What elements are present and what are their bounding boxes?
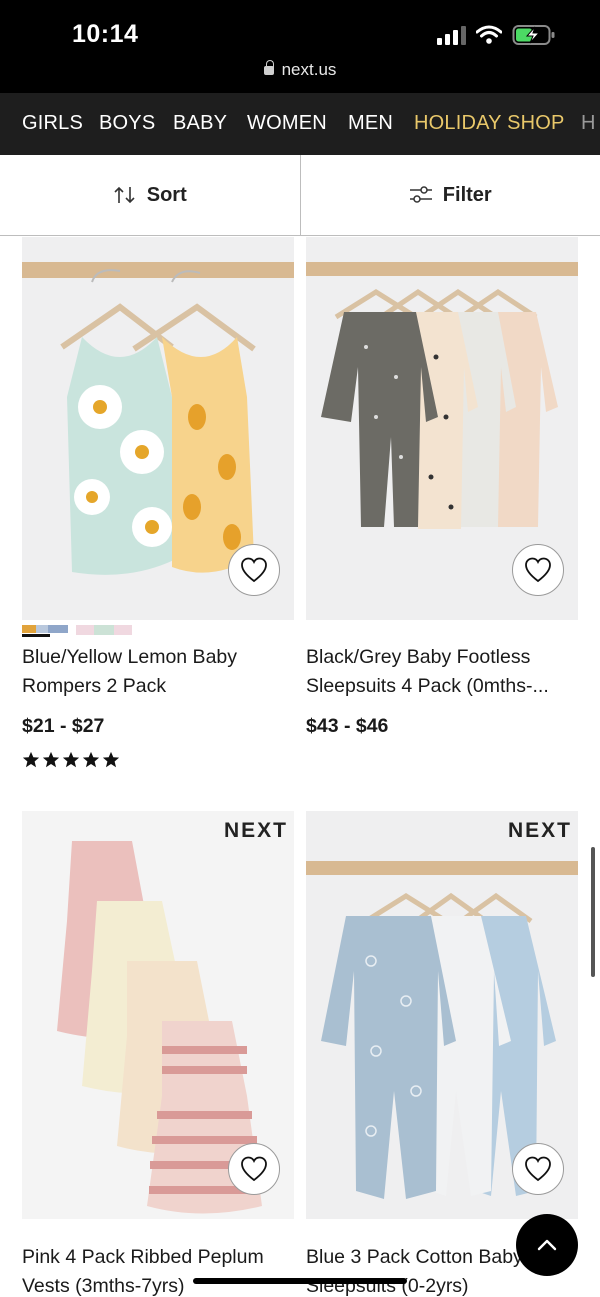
heart-icon	[241, 557, 267, 583]
brand-logo: NEXT	[223, 819, 288, 842]
favourite-button[interactable]	[228, 1143, 280, 1195]
swatch-selected[interactable]	[22, 625, 68, 637]
nav-item-overflow[interactable]: H	[581, 112, 596, 135]
sort-arrows-icon	[114, 186, 135, 204]
sort-filter-bar: Sort Filter	[0, 155, 600, 236]
nav-item-girls[interactable]: GIRLS	[22, 112, 83, 135]
lock-icon	[263, 60, 274, 75]
cellular-signal-icon	[437, 25, 466, 45]
product-image[interactable]	[22, 237, 294, 620]
back-to-top-button[interactable]	[516, 1214, 578, 1276]
nav-item-holiday-shop[interactable]: HOLIDAY SHOP	[414, 112, 565, 135]
nav-item-women[interactable]: WOMEN	[247, 112, 327, 135]
nav-item-men[interactable]: MEN	[348, 112, 393, 135]
category-nav: GIRLS BOYS BABY WOMEN MEN HOLIDAY SHOP H	[0, 93, 600, 155]
heart-icon	[241, 1156, 267, 1182]
address-bar[interactable]: next.us	[0, 60, 600, 80]
url-text: next.us	[281, 60, 337, 79]
home-indicator[interactable]	[193, 1278, 407, 1284]
swatch-option[interactable]	[76, 625, 132, 637]
sort-button[interactable]: Sort	[0, 155, 301, 235]
colour-swatches	[22, 625, 132, 637]
star-icon	[22, 751, 40, 768]
product-price: $21 - $27	[22, 715, 105, 737]
status-icons	[437, 24, 556, 46]
favourite-button[interactable]	[512, 544, 564, 596]
product-title[interactable]: Pink 4 Pack Ribbed Peplum Vests (3mths-7…	[22, 1243, 294, 1297]
heart-icon	[525, 1156, 551, 1182]
star-icon	[42, 751, 60, 768]
nav-item-baby[interactable]: BABY	[173, 112, 227, 135]
status-bar: 10:14 next.us	[0, 0, 600, 93]
favourite-button[interactable]	[512, 1143, 564, 1195]
brand-logo: NEXT	[507, 819, 572, 842]
product-title[interactable]: Black/Grey Baby Footless Sleepsuits 4 Pa…	[306, 643, 578, 701]
filter-button[interactable]: Filter	[301, 155, 600, 235]
product-image[interactable]: NEXT	[306, 811, 578, 1219]
filter-label: Filter	[442, 183, 492, 206]
wifi-icon	[476, 25, 502, 44]
star-icon	[82, 751, 100, 768]
battery-charging-icon	[512, 25, 555, 45]
favourite-button[interactable]	[228, 544, 280, 596]
product-price: $43 - $46	[306, 715, 389, 737]
heart-icon	[525, 557, 551, 583]
star-icon	[62, 751, 80, 768]
sort-label: Sort	[146, 183, 187, 206]
product-image[interactable]: NEXT	[22, 811, 294, 1219]
product-title[interactable]: Blue/Yellow Lemon Baby Rompers 2 Pack	[22, 643, 294, 701]
star-icon	[102, 751, 120, 768]
filter-sliders-icon	[409, 186, 432, 203]
clock: 10:14	[72, 20, 139, 48]
star-rating	[22, 751, 120, 769]
scrollbar[interactable]	[591, 847, 595, 977]
product-image[interactable]	[306, 237, 578, 620]
chevron-up-icon	[537, 1239, 557, 1251]
nav-item-boys[interactable]: BOYS	[99, 112, 155, 135]
